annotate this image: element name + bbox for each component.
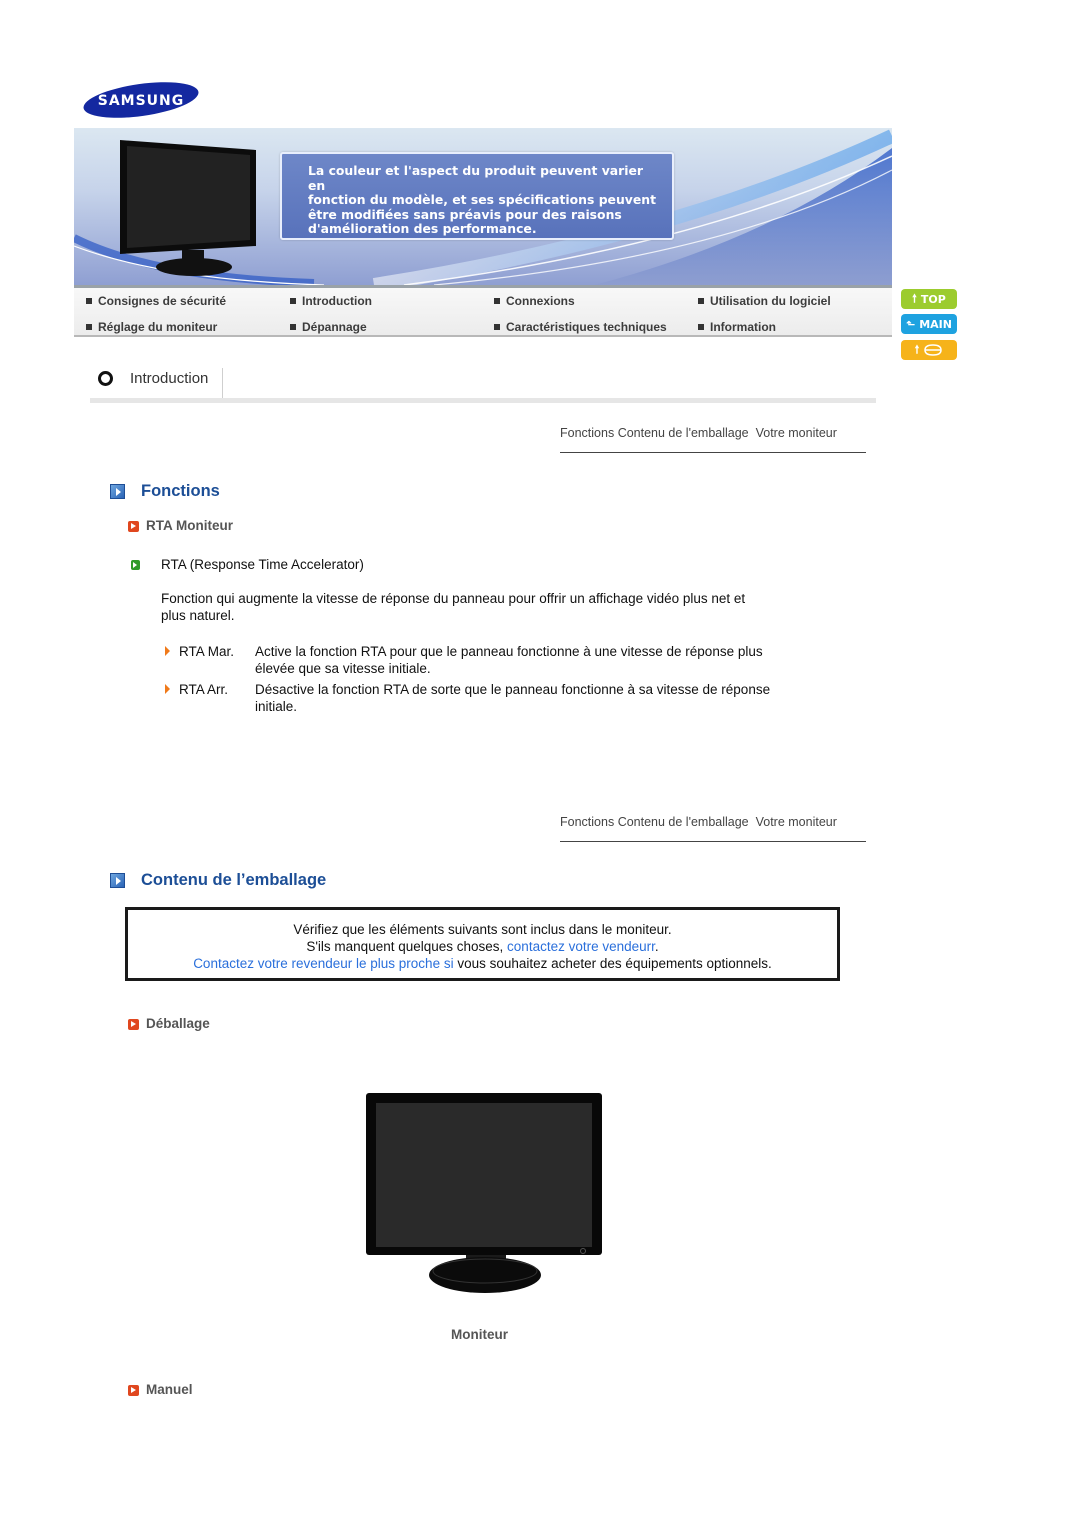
print-icon xyxy=(924,344,943,356)
disclaimer-box: La couleur et l'aspect du produit peuven… xyxy=(280,152,674,240)
circle-bullet-icon xyxy=(98,371,113,386)
samsung-logo: SAMSUNG xyxy=(82,80,200,120)
contact-reseller-link[interactable]: Contactez votre revendeur le plus proche… xyxy=(193,956,453,971)
nav-depannage[interactable]: Dépannage xyxy=(290,320,367,334)
divider xyxy=(222,368,223,398)
subsection-arrow-icon xyxy=(128,1019,139,1030)
nav-reglage-du-moniteur[interactable]: Réglage du moniteur xyxy=(86,320,217,334)
arrow-up-icon: 🠕 xyxy=(912,291,917,305)
nav-introduction[interactable]: Introduction xyxy=(290,294,372,308)
nav-consignes-de-securite[interactable]: Consignes de sécurité xyxy=(86,294,226,308)
bullet-square-icon xyxy=(698,298,704,304)
subnav-contenu-emballage[interactable]: Contenu de l'emballage xyxy=(618,426,749,440)
manuel-heading: Manuel xyxy=(146,1382,193,1397)
section-title: Introduction xyxy=(130,370,209,387)
bullet-square-icon xyxy=(494,324,500,330)
bullet-square-icon xyxy=(86,298,92,304)
section-arrow-icon xyxy=(110,873,125,888)
bullet-square-icon xyxy=(698,324,704,330)
subnav-fonctions[interactable]: Fonctions xyxy=(560,426,614,440)
logo-text: SAMSUNG xyxy=(98,93,185,109)
rta-moniteur-heading: RTA Moniteur xyxy=(146,518,233,533)
fonctions-heading: Fonctions xyxy=(141,482,220,500)
option-term: RTA Arr. xyxy=(179,682,229,697)
main-nav: Consignes de sécurité Introduction Conne… xyxy=(74,285,892,337)
item-arrow-icon xyxy=(131,560,140,570)
top-button[interactable]: 🠕 TOP xyxy=(901,289,957,309)
option-term: RTA Mar. xyxy=(179,644,235,659)
deballage-heading: Déballage xyxy=(146,1016,210,1031)
bullet-arrow-icon xyxy=(165,684,170,694)
monitor-caption: Moniteur xyxy=(451,1327,508,1342)
sub-nav: Fonctions Contenu de l'emballage Votre m… xyxy=(560,426,866,453)
contact-vendor-link[interactable]: contactez votre vendeurr xyxy=(507,939,655,954)
top-button-label: TOP xyxy=(920,292,946,306)
main-button-label: MAIN xyxy=(919,317,952,331)
section-header: Introduction xyxy=(90,362,876,403)
nav-utilisation-du-logiciel[interactable]: Utilisation du logiciel xyxy=(698,294,831,308)
bullet-square-icon xyxy=(290,298,296,304)
notice-line: S'ils manquent quelques choses, contacte… xyxy=(306,939,659,954)
option-description: Active la fonction RTA pour que le panne… xyxy=(255,644,763,676)
monitor-image xyxy=(362,1090,608,1300)
emballage-heading: Contenu de l’emballage xyxy=(141,871,327,889)
option-description: Désactive la fonction RTA de sorte que l… xyxy=(255,682,771,714)
nav-information[interactable]: Information xyxy=(698,320,776,334)
bullet-square-icon xyxy=(86,324,92,330)
subnav-fonctions[interactable]: Fonctions xyxy=(560,815,614,829)
rta-description: Fonction qui augmente la vitesse de répo… xyxy=(161,591,746,623)
sub-nav: Fonctions Contenu de l'emballage Votre m… xyxy=(560,815,866,842)
bullet-arrow-icon xyxy=(165,646,170,656)
section-arrow-icon xyxy=(110,484,125,499)
subsection-arrow-icon xyxy=(128,1385,139,1396)
nav-caracteristiques-techniques[interactable]: Caractéristiques techniques xyxy=(494,320,667,334)
subnav-contenu-emballage[interactable]: Contenu de l'emballage xyxy=(618,815,749,829)
rta-item-title: RTA (Response Time Accelerator) xyxy=(161,557,364,572)
subsection-arrow-icon xyxy=(128,521,139,532)
bullet-square-icon xyxy=(290,324,296,330)
disclaimer-text: La couleur et l'aspect du produit peuven… xyxy=(308,163,657,237)
notice-line: Vérifiez que les éléments suivants sont … xyxy=(293,922,672,937)
package-notice-box: Vérifiez que les éléments suivants sont … xyxy=(125,907,840,981)
banner: La couleur et l'aspect du produit peuven… xyxy=(74,128,892,285)
nav-connexions[interactable]: Connexions xyxy=(494,294,575,308)
arrow-up-icon: 🠕 xyxy=(914,342,920,356)
print-button[interactable]: 🠕 xyxy=(901,340,957,360)
subnav-votre-moniteur[interactable]: Votre moniteur xyxy=(756,426,837,440)
banner-monitor-image xyxy=(120,140,256,276)
bullet-square-icon xyxy=(494,298,500,304)
turn-arrow-icon: ⬑ xyxy=(906,317,916,331)
subnav-votre-moniteur[interactable]: Votre moniteur xyxy=(756,815,837,829)
main-button[interactable]: ⬑ MAIN xyxy=(901,314,957,334)
notice-line: Contactez votre revendeur le plus proche… xyxy=(193,956,772,971)
